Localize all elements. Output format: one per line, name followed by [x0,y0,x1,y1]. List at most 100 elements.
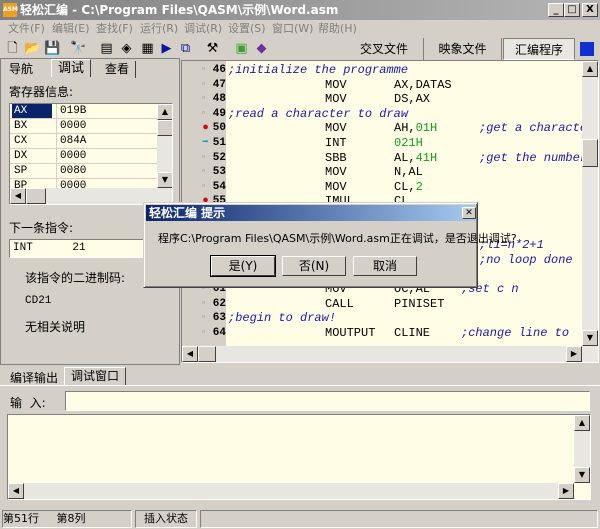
book-icon[interactable]: ◆ [253,40,270,57]
editor-hscroll[interactable]: ◀ ▶ [182,346,598,362]
window-switch-icon[interactable]: ⧉ [177,40,194,57]
tab-view[interactable]: 查看 [99,61,137,78]
tools-icon[interactable]: ⚒ [204,40,221,57]
scroll-right-button[interactable]: ▶ [566,346,582,362]
line-number-text: 50 [212,122,226,135]
toolbar: 🗋 📂 💾 🔭 ▤ ◈ ▦ ▶ ⧉ ⚒ ▣ ◆ 交叉文件 映象文件 汇编程序 [0,38,600,60]
output-vscroll[interactable]: ▲ ▼ [574,415,590,483]
scroll-thumb[interactable] [157,120,172,136]
register-row[interactable]: BX 0000 [10,119,158,134]
line-marker-icon: ◦ [200,151,207,164]
scroll-left-button[interactable]: ◀ [8,483,24,499]
register-row[interactable]: DX 0000 [10,149,158,164]
code-line[interactable]: ◦ 63 ;begin to draw! [182,311,582,326]
code-line[interactable]: ◦ 53 MOV N,AL [182,165,582,180]
line-number-text: 54 [212,180,226,193]
code-mnemonic: MOV [325,121,347,136]
code-mnemonic: CALL [325,296,354,311]
code-line[interactable]: ● 50 MOV AH,01H ;get a characte [182,121,587,136]
status-bar: 第51行 第8列 插入状态 [0,508,600,529]
code-mnemonic: MOV [325,165,347,180]
line-number: ◦ 53 [188,165,226,180]
tab-assembly-program[interactable]: 汇编程序 [503,38,575,60]
menu-file[interactable]: 文件(F) [8,20,45,38]
comment-icon[interactable]: ▣ [233,40,250,57]
code-line[interactable]: ◦ 47 MOV AX,DATAS [182,78,582,93]
code-line[interactable]: ◦ 48 MOV DS,AX [182,92,582,107]
yes-button[interactable]: 是(Y) [210,255,276,277]
register-name: SP [14,165,28,177]
scroll-down-button[interactable]: ▼ [157,172,172,188]
register-row[interactable]: CX 084A [10,134,158,149]
title-bar: ASM 轻松汇编 - C:\Program Files\QASM\示例\Word… [0,0,600,20]
register-value: 0000 [56,119,86,133]
menu-edit[interactable]: 编辑(E) [52,20,90,38]
line-number-text: 53 [212,166,226,179]
code-line[interactable]: ◦ 64 MOUTPUT CLINE ;change line to [182,326,582,341]
close-button[interactable]: X [582,3,598,17]
hscroll-thumb[interactable] [26,188,46,204]
scroll-down-button[interactable]: ▼ [574,467,590,483]
scroll-up-button[interactable]: ▲ [582,61,598,77]
register-row[interactable]: AX 019B [10,104,158,119]
line-marker-icon: ◦ [200,180,207,193]
menu-run[interactable]: 运行(R) [140,20,178,38]
register-value: 019B [56,104,86,118]
minimize-button[interactable]: _ [548,3,564,17]
open-folder-icon[interactable]: 📂 [24,40,41,57]
document-icon[interactable]: ▤ [98,40,115,57]
grid-icon[interactable]: ▦ [139,40,156,57]
cancel-button[interactable]: 取消 [353,256,417,276]
scroll-down-button[interactable]: ▼ [582,330,598,346]
scroll-thumb[interactable] [582,139,598,167]
maximize-button[interactable]: □ [564,3,580,17]
editor-vscroll[interactable]: ▲ ▼ [582,61,598,346]
save-icon[interactable]: 💾 [44,40,61,57]
tab-cross-file[interactable]: 交叉文件 [345,38,424,60]
code-comment: ;begin to draw! [228,311,337,326]
new-file-icon[interactable]: 🗋 [4,40,21,57]
hscroll-thumb[interactable] [198,346,216,362]
run-play-icon[interactable]: ▶ [158,40,175,57]
tab-navigation[interactable]: 导航 [3,61,39,78]
menu-debug[interactable]: 调试(R) [184,20,222,38]
scroll-up-button[interactable]: ▲ [574,415,590,431]
line-number: ◦ 54 [188,180,226,195]
asm-logo-icon [580,42,594,56]
menu-window[interactable]: 窗口(W) [272,20,313,38]
no-button[interactable]: 否(N) [282,256,346,276]
code-operand: DS,AX [394,92,431,107]
line-marker-icon: ◦ [200,297,207,310]
code-line[interactable]: ◦ 49 ;read a character to draw [182,107,582,122]
menu-find[interactable]: 查找(F) [96,20,133,38]
register-row[interactable]: SP 0080 [10,164,158,179]
line-number-text: 64 [212,326,226,339]
line-marker-icon: ◦ [200,64,207,76]
scroll-left-button[interactable]: ◀ [182,346,198,362]
registers-vscroll[interactable]: ▲ ▼ [157,104,172,188]
output-hscroll[interactable]: ◀ ▶ [8,483,574,499]
code-line[interactable]: ◦ 54 MOV CL,2 [182,180,582,195]
code-line[interactable]: ◦ 46 ;initialize the programme [182,63,582,78]
code-operand: PINISET [394,296,445,311]
debug-input-field[interactable] [65,391,590,411]
menu-help[interactable]: 帮助(H) [318,20,357,38]
dialog-message: 程序C:\Program Files\QASM\示例\Word.asm正在调试，… [158,232,517,245]
tab-debug-window[interactable]: 调试窗口 [64,367,127,385]
scroll-left-button[interactable]: ◀ [10,188,26,204]
dialog-close-button[interactable]: ✕ [462,207,476,219]
binary-code: CD21 [25,295,52,307]
dialog-title-bar: 轻松汇编 提示 [146,205,475,221]
find-binoculars-icon[interactable]: 🔭 [70,40,87,57]
code-line[interactable]: ➡ 51 INT 021H [182,136,582,151]
menu-settings[interactable]: 设置(S) [228,20,266,38]
status-extra [200,510,598,528]
tab-debug[interactable]: 调试 [51,59,92,77]
line-marker-icon: ◦ [200,107,207,120]
stack-icon[interactable]: ◈ [118,40,135,57]
code-line[interactable]: ◦ 62 CALL PINISET [182,297,582,312]
tab-image-file[interactable]: 映象文件 [424,38,502,60]
code-line[interactable]: ◦ 52 SBB AL,41H ;get the number [182,151,587,166]
scroll-up-button[interactable]: ▲ [157,104,172,120]
scroll-right-button[interactable]: ▶ [558,483,574,499]
